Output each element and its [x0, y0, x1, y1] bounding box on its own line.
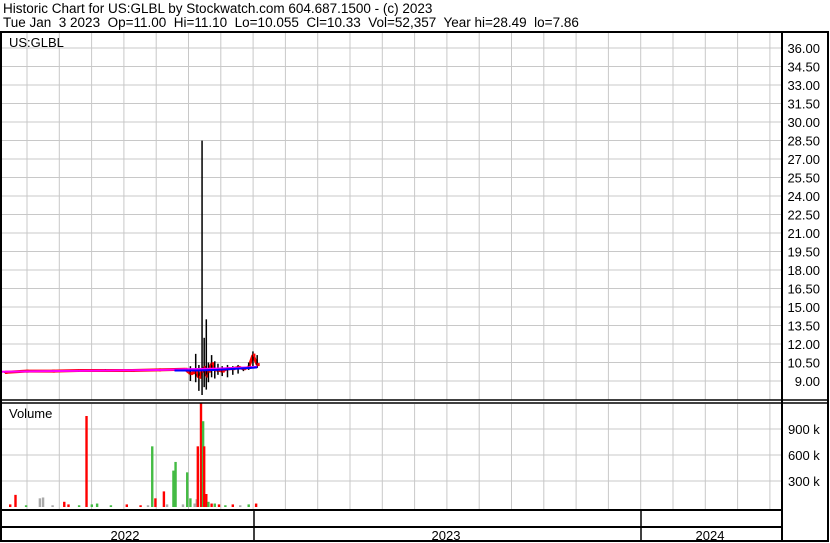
volume-bar: [224, 505, 227, 507]
price-tick-label: 25.50: [787, 170, 820, 185]
volume-bar: [193, 503, 196, 507]
price-tick-label: 24.00: [787, 189, 820, 204]
price-tick-label: 10.50: [787, 355, 820, 370]
volume-bar: [247, 504, 250, 507]
price-tick-label: 12.00: [787, 337, 820, 352]
volume-bar: [205, 494, 208, 507]
volume-tick-label: 600 k: [788, 448, 820, 463]
volume-bar: [239, 505, 242, 507]
price-tick-label: 31.50: [787, 96, 820, 111]
volume-bar: [154, 498, 157, 507]
price-tick-label: 27.00: [787, 152, 820, 167]
volume-bar: [24, 505, 28, 507]
volume-bar: [196, 446, 200, 507]
volume-label: Volume: [9, 406, 52, 421]
volume-bar: [231, 504, 234, 507]
volume-bar: [165, 504, 169, 507]
volume-bar: [14, 494, 17, 507]
volume-bar: [85, 416, 88, 507]
volume-bar: [146, 505, 150, 507]
volume-bar: [207, 501, 210, 507]
symbol-label: US:GLBL: [9, 35, 64, 50]
volume-bar: [210, 503, 213, 507]
price-tick-label: 16.50: [787, 281, 820, 296]
volume-bar: [109, 505, 113, 507]
volume-bar: [38, 498, 42, 507]
volume-bar: [9, 504, 12, 507]
volume-bar: [213, 503, 216, 507]
price-tick-label: 34.50: [787, 59, 820, 74]
volume-tick-label: 900 k: [788, 422, 820, 437]
volume-bar: [67, 504, 70, 507]
volume-bar: [51, 505, 54, 507]
volume-tick-label: 300 k: [788, 474, 820, 489]
volume-bar: [199, 403, 203, 507]
price-tick-label: 21.00: [787, 226, 820, 241]
volume-bar: [181, 504, 185, 507]
volume-bar: [125, 504, 128, 507]
volume-bar: [189, 498, 192, 507]
year-label-2024: 2024: [696, 528, 725, 543]
volume-bar: [95, 503, 99, 507]
price-tick-label: 33.00: [787, 78, 820, 93]
volume-bar: [186, 472, 189, 507]
volume-bar: [162, 491, 166, 507]
price-tick-label: 18.00: [787, 263, 820, 278]
price-tick-label: 30.00: [787, 115, 820, 130]
price-close-tick: [198, 375, 202, 379]
year-label-2023: 2023: [432, 528, 461, 543]
price-close-tick: [190, 372, 193, 376]
volume-bar: [172, 470, 175, 507]
volume-bar: [254, 503, 258, 507]
volume-bar: [174, 461, 177, 507]
volume-bar: [151, 446, 154, 507]
price-close-tick: [252, 353, 256, 357]
price-close-tick: [257, 363, 260, 367]
volume-bar: [217, 504, 221, 507]
price-tick-label: 22.50: [787, 207, 820, 222]
volume-bar: [139, 505, 142, 507]
volume-bar: [41, 497, 45, 507]
volume-bar: [77, 505, 81, 507]
price-tick-label: 19.50: [787, 244, 820, 259]
volume-bar: [202, 446, 206, 507]
price-tick-label: 9.00: [795, 374, 820, 389]
year-label-2022: 2022: [111, 528, 140, 543]
price-tick-label: 13.50: [787, 318, 820, 333]
price-tick-label: 28.50: [787, 133, 820, 148]
volume-bar: [90, 504, 94, 507]
stock-chart: US:GLBL Volume 2022 2023 2024 36.00 34.50…: [0, 31, 829, 543]
price-tick-label: 15.00: [787, 300, 820, 315]
price-tick-label: 36.00: [787, 41, 820, 56]
price-close-tick: [211, 362, 215, 366]
volume-bar: [63, 501, 66, 507]
